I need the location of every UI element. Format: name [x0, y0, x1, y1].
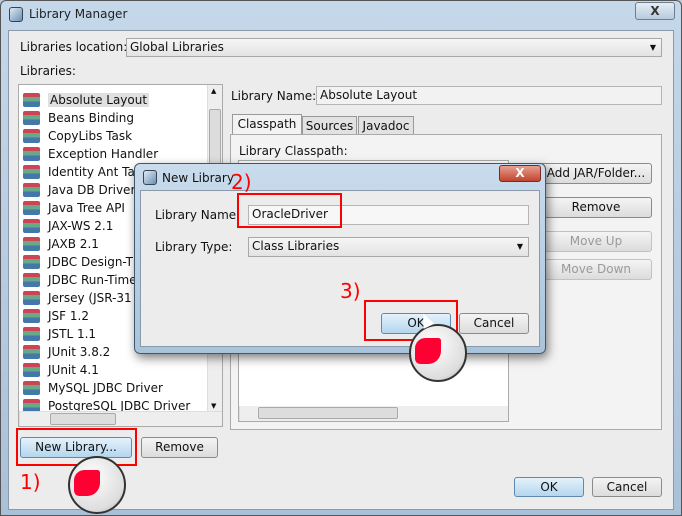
- library-list-item[interactable]: CopyLibs Task: [23, 127, 132, 145]
- library-list-item[interactable]: JDBC Design-T: [23, 253, 133, 271]
- scroll-down-icon[interactable]: ▼: [211, 402, 216, 410]
- library-books-icon: [23, 183, 40, 197]
- libraries-location-label: Libraries location:: [20, 40, 128, 54]
- library-list-item[interactable]: JUnit 4.1: [23, 361, 99, 379]
- library-item-label: Java Tree API: [48, 201, 125, 215]
- library-books-icon: [23, 345, 40, 359]
- library-list-item[interactable]: JAX-WS 2.1: [23, 217, 113, 235]
- add-jar-folder-button[interactable]: Add JAR/Folder...: [540, 163, 652, 184]
- library-books-icon: [23, 309, 40, 323]
- libraries-location-combo[interactable]: Global Libraries ▼: [126, 38, 662, 57]
- library-item-label: Exception Handler: [48, 147, 159, 161]
- move-up-button[interactable]: Move Up: [540, 231, 652, 252]
- library-classpath-label: Library Classpath:: [239, 144, 348, 158]
- library-list-item[interactable]: JUnit 3.8.2: [23, 343, 110, 361]
- library-item-label: Java DB Driver: [48, 183, 136, 197]
- chevron-down-icon: ▼: [649, 43, 656, 52]
- library-books-icon: [23, 273, 40, 287]
- dialog-close-button[interactable]: X: [499, 165, 541, 182]
- click-indicator-icon: [409, 324, 467, 382]
- classpath-hscroll-thumb[interactable]: [258, 407, 398, 419]
- library-list-item[interactable]: JSF 1.2: [23, 307, 89, 325]
- dialog-library-name-label: Library Name:: [155, 208, 241, 222]
- library-books-icon: [23, 93, 40, 107]
- libraries-location-value: Global Libraries: [130, 40, 224, 54]
- library-list-item[interactable]: JAXB 2.1: [23, 235, 99, 253]
- library-item-label: JUnit 3.8.2: [48, 345, 111, 359]
- tab-classpath[interactable]: Classpath: [232, 114, 302, 135]
- ok-button[interactable]: OK: [514, 477, 584, 497]
- dialog-library-type-combo[interactable]: Class Libraries ▼: [248, 237, 529, 257]
- step1-label: 1): [20, 470, 41, 494]
- library-item-label: CopyLibs Task: [48, 129, 133, 143]
- dialog-title: New Library: [162, 170, 234, 185]
- step2-highlight: [237, 193, 342, 228]
- library-item-label: Jersey (JSR-31: [48, 291, 132, 305]
- library-item-label: JDBC Run-Time: [48, 273, 137, 287]
- netbeans-cube-icon: [9, 6, 23, 22]
- library-list-item[interactable]: Jersey (JSR-31: [23, 289, 132, 307]
- library-list-item[interactable]: Absolute Layout: [23, 91, 150, 109]
- library-list-item[interactable]: JDBC Run-Time: [23, 271, 137, 289]
- library-item-label: JSF 1.2: [48, 309, 89, 323]
- step2-label: 2): [231, 170, 252, 194]
- chevron-down-icon: ▼: [516, 242, 523, 251]
- libraries-label: Libraries:: [20, 64, 76, 78]
- library-books-icon: [23, 147, 40, 161]
- classpath-hscrollbar[interactable]: [239, 406, 508, 421]
- library-item-label: JDBC Design-T: [48, 255, 133, 269]
- library-books-icon: [23, 381, 40, 395]
- library-name-field[interactable]: Absolute Layout: [316, 86, 662, 105]
- library-books-icon: [23, 201, 40, 215]
- library-item-label: JSTL 1.1: [48, 327, 97, 341]
- library-list-item[interactable]: Exception Handler: [23, 145, 158, 163]
- library-list-item[interactable]: JSTL 1.1: [23, 325, 96, 343]
- tab-javadoc[interactable]: Javadoc: [358, 116, 414, 135]
- library-item-label: JAX-WS 2.1: [48, 219, 114, 233]
- library-type-value: Class Libraries: [252, 239, 340, 253]
- step1-highlight: [16, 428, 137, 466]
- scroll-up-icon[interactable]: ▲: [211, 87, 216, 95]
- window-title: Library Manager: [29, 7, 128, 21]
- click-indicator-icon: [68, 456, 126, 514]
- library-books-icon: [23, 165, 40, 179]
- tab-sources[interactable]: Sources: [302, 116, 357, 135]
- library-books-icon: [23, 363, 40, 377]
- hscroll-thumb[interactable]: [50, 413, 116, 425]
- library-item-label: Absolute Layout: [48, 93, 150, 107]
- move-down-button[interactable]: Move Down: [540, 259, 652, 280]
- horizontal-scrollbar[interactable]: [19, 411, 222, 426]
- library-list-item[interactable]: Java DB Driver: [23, 181, 135, 199]
- step3-label: 3): [340, 279, 361, 303]
- library-books-icon: [23, 129, 40, 143]
- library-item-label: MySQL JDBC Driver: [48, 381, 163, 395]
- dialog-cancel-button[interactable]: Cancel: [459, 313, 529, 334]
- new-library-dialog: New Library X Library Name: OracleDriver…: [134, 163, 546, 354]
- dialog-library-type-label: Library Type:: [155, 240, 233, 254]
- library-books-icon: [23, 255, 40, 269]
- library-item-label: Identity Ant Tas: [48, 165, 142, 179]
- library-list-item[interactable]: Java Tree API: [23, 199, 125, 217]
- dialog-title-bar: New Library: [143, 170, 234, 185]
- window-close-button[interactable]: X: [635, 2, 675, 20]
- library-books-icon: [23, 111, 40, 125]
- library-books-icon: [23, 237, 40, 251]
- library-item-label: JUnit 4.1: [48, 363, 99, 377]
- library-list-item[interactable]: MySQL JDBC Driver: [23, 379, 163, 397]
- title-bar: Library Manager: [9, 5, 127, 23]
- remove-library-button[interactable]: Remove: [141, 437, 218, 458]
- library-item-label: Beans Binding: [48, 111, 134, 125]
- library-list-item[interactable]: Identity Ant Tas: [23, 163, 141, 181]
- netbeans-cube-icon: [143, 170, 157, 185]
- cancel-button[interactable]: Cancel: [592, 477, 662, 497]
- library-name-label: Library Name:: [231, 89, 317, 103]
- library-books-icon: [23, 327, 40, 341]
- library-item-label: JAXB 2.1: [48, 237, 99, 251]
- remove-classpath-button[interactable]: Remove: [540, 197, 652, 218]
- library-list-item[interactable]: Beans Binding: [23, 109, 134, 127]
- library-books-icon: [23, 291, 40, 305]
- library-books-icon: [23, 219, 40, 233]
